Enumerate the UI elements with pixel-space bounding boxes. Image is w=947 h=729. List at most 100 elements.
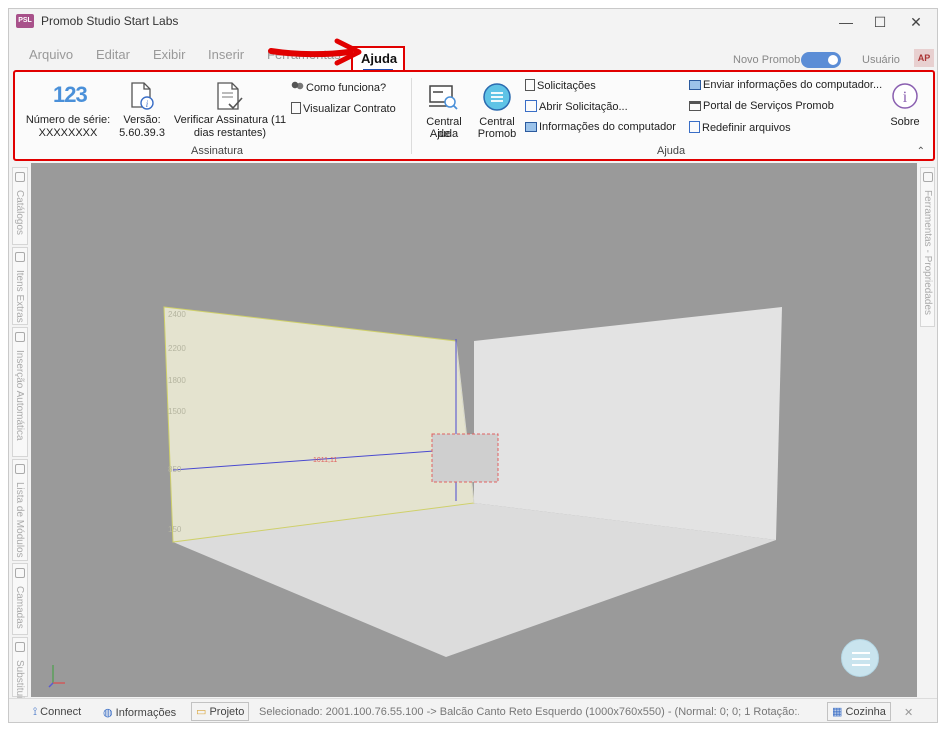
tab-ferramentas-propriedades[interactable]: Ferramentas - Propriedades [920, 167, 935, 327]
user-label[interactable]: Usuário [862, 54, 900, 66]
portal-servicos-label: Portal de Serviços Promob [703, 100, 834, 112]
central-ajuda-button[interactable]: Central de Ajuda [419, 76, 469, 140]
statusbar-close-button[interactable]: ✕ [904, 706, 913, 719]
app-window: PSL Promob Studio Start Labs — ☐ ✕ Arqui… [8, 8, 938, 723]
info-icon: i [892, 83, 918, 109]
selected-cabinet[interactable] [431, 433, 499, 483]
maximize-button[interactable]: ☐ [865, 11, 895, 33]
tools-icon [923, 172, 933, 182]
informacoes-label: Informações [115, 707, 177, 719]
axis-z [48, 682, 54, 688]
3d-viewport[interactable]: 2400 2200 1800 1500 850 150 1011,11 [31, 163, 917, 697]
version-label: Versão: [123, 114, 161, 126]
left-side-panel: Catálogos Itens Extras Inserção Automáti… [9, 163, 31, 702]
ribbon-ajuda: 123 Número de série: XXXXXXXX i Versão: … [13, 70, 935, 161]
connect-button[interactable]: ⟟ Connect [33, 706, 81, 719]
room-icon: ▦ [832, 706, 846, 718]
enviar-info-label: Enviar informações do computador... [703, 79, 883, 91]
tab-substituir-label: Substituir [14, 660, 25, 702]
menu-editar[interactable]: Editar [96, 47, 130, 62]
collapse-ribbon-icon[interactable]: ⌃ [917, 146, 925, 157]
dim-label-width: 1011,11 [313, 457, 337, 464]
dim-label-2400: 2400 [168, 310, 186, 319]
chat-line [852, 658, 870, 660]
central-promob-line2: Promob [477, 128, 517, 140]
serial-number-label: Número de série: [25, 114, 111, 126]
projeto-button[interactable]: ▭ Projeto [191, 702, 250, 721]
auto-insert-icon [15, 332, 25, 342]
ribbon-separator [411, 78, 412, 154]
cozinha-button[interactable]: ▦ Cozinha [827, 702, 891, 721]
group-label-ajuda: Ajuda [657, 145, 686, 157]
cozinha-label: Cozinha [845, 706, 886, 718]
tab-itens-extras[interactable]: Itens Extras [12, 247, 28, 325]
module-list-icon [15, 464, 25, 474]
app-logo: PSL [16, 14, 34, 28]
redefinir-arquivos-button[interactable]: Redefinir arquivos [689, 121, 791, 134]
document-info-icon: i [131, 82, 154, 110]
abrir-solicitacao-button[interactable]: Abrir Solicitação... [525, 100, 628, 113]
verify-subscription-button[interactable]: Verificar Assinatura (11 dias restantes) [171, 76, 289, 140]
central-promob-button[interactable]: Central Promob [473, 76, 521, 140]
redefinir-arquivos-label: Redefinir arquivos [702, 122, 791, 134]
view-contract-button[interactable]: Visualizar Contrato [291, 102, 396, 115]
projeto-label: Projeto [209, 706, 245, 718]
novo-promob-toggle[interactable] [801, 52, 841, 68]
tab-insercao-automatica[interactable]: Inserção Automática [12, 327, 28, 457]
dim-label-1800: 1800 [168, 376, 186, 385]
how-it-works-button[interactable]: Como funciona? [291, 81, 386, 94]
catalog-icon [15, 172, 25, 182]
tab-lista-modulos[interactable]: Lista de Módulos [12, 459, 28, 561]
chat-support-button[interactable] [841, 639, 879, 677]
connect-label: Connect [40, 706, 82, 718]
tab-catalogos-label: Catálogos [14, 190, 25, 236]
solicitacoes-button[interactable]: Solicitações [525, 79, 596, 92]
info-computador-button[interactable]: Informações do computador [525, 121, 676, 133]
enviar-info-button[interactable]: Enviar informações do computador... [689, 79, 882, 91]
tab-camadas[interactable]: Camadas [12, 563, 28, 635]
menu-arquivo[interactable]: Arquivo [29, 47, 73, 62]
serial-number-icon: 123 [53, 82, 88, 107]
folder-icon: ▭ [196, 706, 210, 718]
minimize-button[interactable]: — [831, 11, 861, 33]
tab-catalogos[interactable]: Catálogos [12, 167, 28, 245]
close-button[interactable]: ✕ [901, 11, 931, 33]
tab-lista-modulos-label: Lista de Módulos [14, 482, 25, 558]
menu-ajuda[interactable]: Ajuda [361, 51, 397, 66]
chat-line [852, 652, 870, 654]
title-bar: PSL Promob Studio Start Labs — ☐ ✕ [9, 9, 937, 35]
computer-icon [525, 122, 537, 132]
status-bar: ⟟ Connect ◍ Informações ▭ Projeto Seleci… [9, 698, 937, 722]
selection-status: Selecionado: 2001.100.76.55.100 -> Balcã… [259, 706, 799, 718]
how-it-works-label: Como funciona? [306, 82, 387, 94]
left-wall [163, 306, 475, 543]
version-value: 5.60.39.3 [119, 127, 165, 139]
toggle-knob [828, 55, 838, 65]
reset-files-icon [689, 121, 700, 133]
tab-camadas-label: Camadas [14, 586, 25, 629]
verify-label-line2: dias restantes) [193, 127, 267, 139]
room-3d-view[interactable]: 2400 2200 1800 1500 850 150 1011,11 [31, 163, 917, 697]
dim-label-150: 150 [168, 525, 182, 534]
central-ajuda-line2: Ajuda [429, 128, 459, 140]
solicitacoes-label: Solicitações [537, 80, 596, 92]
right-side-panel: Ferramentas - Propriedades [919, 163, 937, 697]
informacoes-button[interactable]: ◍ Informações [103, 706, 176, 719]
avatar[interactable]: AP [914, 49, 934, 67]
menu-exibir[interactable]: Exibir [153, 47, 186, 62]
portal-servicos-button[interactable]: Portal de Serviços Promob [689, 100, 834, 112]
verify-label-line1: Verificar Assinatura (11 [173, 114, 287, 126]
sobre-button[interactable]: i Sobre [885, 76, 925, 140]
central-promob-line1: Central [479, 116, 515, 128]
red-arrow-annotation [268, 38, 362, 66]
svg-text:i: i [903, 89, 908, 106]
send-computer-icon [689, 80, 701, 90]
version-block[interactable]: i Versão: 5.60.39.3 [115, 76, 169, 140]
menu-inserir[interactable]: Inserir [208, 47, 244, 62]
view-contract-label: Visualizar Contrato [303, 103, 396, 115]
tab-insercao-automatica-label: Inserção Automática [14, 350, 25, 441]
replace-icon [15, 642, 25, 652]
layers-icon [15, 568, 25, 578]
tab-substituir[interactable]: Substituir [12, 637, 28, 702]
portal-icon [689, 101, 701, 111]
